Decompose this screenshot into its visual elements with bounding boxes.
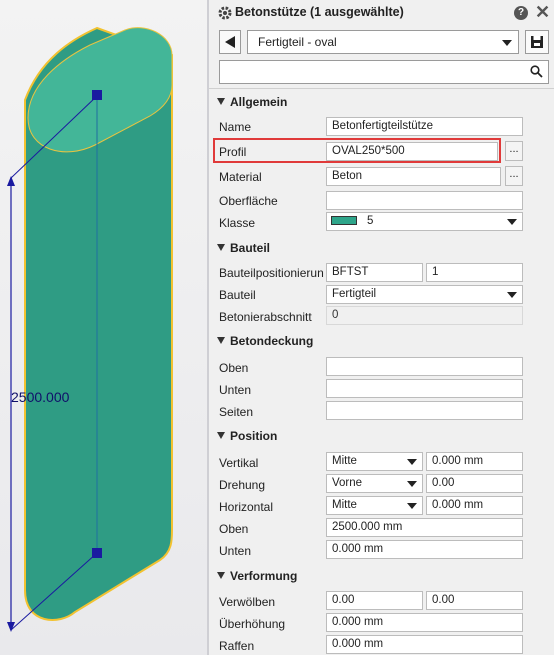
column-3d-view[interactable]: 2500.000: [0, 0, 207, 655]
deckung-unten-field[interactable]: [326, 379, 523, 398]
drehung-label: Drehung: [219, 478, 266, 492]
section-verformung[interactable]: Verformung: [217, 569, 297, 583]
deckung-seiten-label: Seiten: [219, 405, 254, 419]
profil-browse-button[interactable]: ...: [505, 141, 523, 161]
betonierabschnitt-label: Betonierabschnitt: [219, 310, 312, 324]
klasse-dropdown[interactable]: 5: [326, 212, 523, 231]
material-browse-button[interactable]: ...: [505, 166, 523, 186]
vertikal-field[interactable]: 0.000 mm: [426, 452, 523, 471]
dimension-label: 2500.000: [11, 389, 70, 405]
horizontal-dropdown[interactable]: Mitte: [326, 496, 423, 515]
horizontal-mode: Mitte: [332, 499, 357, 511]
horizontal-label: Horizontal: [219, 500, 274, 514]
profil-field[interactable]: OVAL250*500: [326, 142, 498, 161]
model-viewport[interactable]: 2500.000: [0, 0, 207, 655]
chevron-down-icon: [507, 292, 517, 298]
ueberhoehung-field[interactable]: 0.000 mm: [326, 613, 523, 632]
position-prefix-field[interactable]: BFTST: [326, 263, 423, 282]
position-number-field[interactable]: 1: [426, 263, 523, 282]
betonierabschnitt-field: 0: [326, 306, 523, 325]
position-unten-field[interactable]: 0.000 mm: [326, 540, 523, 559]
top-handle[interactable]: [92, 90, 102, 100]
section-allgemein[interactable]: Allgemein: [217, 95, 287, 109]
deckung-seiten-field[interactable]: [326, 401, 523, 420]
drehung-field[interactable]: 0.00: [426, 474, 523, 493]
search-icon: [530, 65, 543, 78]
bauteil-value: Fertigteil: [332, 288, 377, 300]
bauteil-label: Bauteil: [219, 288, 256, 302]
raffen-field[interactable]: 0.000 mm: [326, 635, 523, 654]
chevron-down-icon: [507, 219, 517, 225]
klasse-value: 5: [367, 215, 374, 227]
chevron-down-icon: [407, 459, 417, 465]
vertikal-label: Vertikal: [219, 456, 259, 470]
bottom-handle[interactable]: [92, 548, 102, 558]
gear-icon: [218, 6, 232, 20]
preset-dropdown[interactable]: Fertigteil - oval: [247, 30, 519, 54]
profil-label: Profil: [219, 145, 247, 159]
position-oben-field[interactable]: 2500.000 mm: [326, 518, 523, 537]
search-input[interactable]: [219, 60, 549, 84]
panel-title: Betonstütze (1 ausgewählte): [235, 5, 404, 19]
verwoelben-start-field[interactable]: 0.00: [326, 591, 423, 610]
bauteilposition-label: Bauteilpositionierun: [219, 266, 324, 280]
close-icon[interactable]: ✕: [535, 2, 550, 22]
deckung-oben-label: Oben: [219, 361, 249, 375]
position-oben-label: Oben: [219, 522, 249, 536]
section-position[interactable]: Position: [217, 429, 277, 443]
material-label: Material: [219, 170, 262, 184]
properties-panel: Betonstütze (1 ausgewählte) ? ✕ Fertigte…: [209, 0, 554, 655]
name-field[interactable]: Betonfertigteilstütze: [326, 117, 523, 136]
save-icon: [531, 36, 543, 48]
verwoelben-end-field[interactable]: 0.00: [426, 591, 523, 610]
oberflaeche-field[interactable]: [326, 191, 523, 210]
verwoelben-label: Verwölben: [219, 595, 276, 609]
divider: [209, 88, 554, 89]
preset-value: Fertigteil - oval: [258, 35, 337, 49]
deckung-oben-field[interactable]: [326, 357, 523, 376]
chevron-down-icon: [407, 481, 417, 487]
horizontal-field[interactable]: 0.000 mm: [426, 496, 523, 515]
help-icon[interactable]: ?: [514, 6, 528, 20]
ueberhoehung-label: Überhöhung: [219, 617, 286, 631]
bauteil-dropdown[interactable]: Fertigteil: [326, 285, 523, 304]
drehung-dropdown[interactable]: Vorne: [326, 474, 423, 493]
panel-titlebar: Betonstütze (1 ausgewählte) ? ✕: [209, 0, 554, 26]
class-color-swatch: [331, 216, 357, 225]
chevron-down-icon: [502, 40, 512, 46]
material-field[interactable]: Beton: [326, 167, 501, 186]
oberflaeche-label: Oberfläche: [219, 194, 278, 208]
section-betondeckung[interactable]: Betondeckung: [217, 334, 313, 348]
vertikal-mode: Mitte: [332, 455, 357, 467]
section-bauteil[interactable]: Bauteil: [217, 241, 270, 255]
klasse-label: Klasse: [219, 216, 256, 230]
raffen-label: Raffen: [219, 639, 255, 653]
name-label: Name: [219, 120, 252, 134]
back-button[interactable]: [219, 30, 241, 54]
deckung-unten-label: Unten: [219, 383, 252, 397]
drehung-mode: Vorne: [332, 477, 363, 489]
preset-toolbar: Fertigteil - oval: [209, 30, 554, 56]
position-unten-label: Unten: [219, 544, 252, 558]
vertikal-dropdown[interactable]: Mitte: [326, 452, 423, 471]
chevron-down-icon: [407, 503, 417, 509]
save-button[interactable]: [525, 30, 549, 54]
